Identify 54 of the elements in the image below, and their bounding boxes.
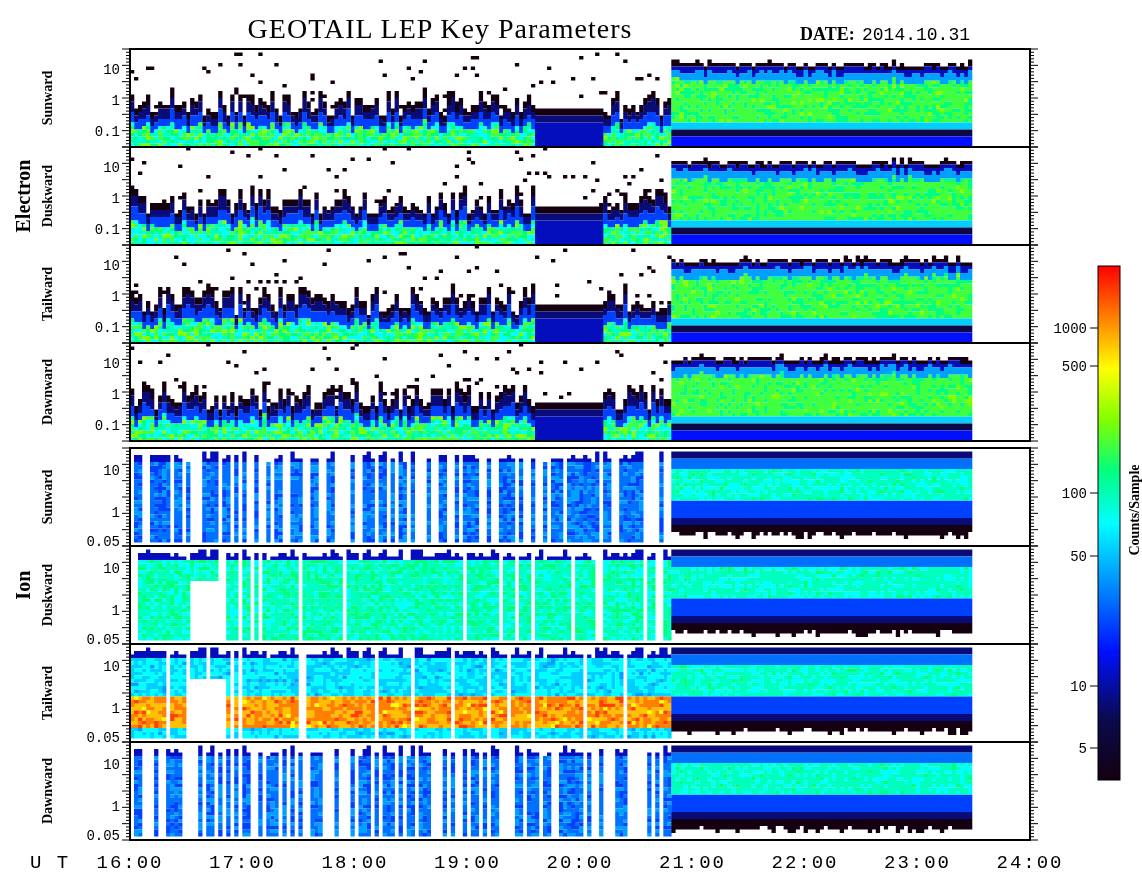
x-tick-label: 20:00 (546, 852, 614, 874)
y-tick-label: 10 (103, 560, 120, 577)
panel-label: Dawnward (40, 358, 55, 426)
colorbar-tick-label: 1000 (1053, 321, 1087, 337)
x-tick-label: 16:00 (96, 852, 164, 874)
y-tick-label: 1 (111, 288, 120, 305)
colorbar-tick-label: 100 (1061, 486, 1087, 502)
chart-title: GEOTAIL LEP Key Parameters (247, 13, 633, 44)
y-tick-label: 1 (111, 700, 120, 717)
group-label: Electron (12, 159, 34, 233)
y-tick-label: 0.05 (86, 534, 120, 551)
y-tick-label: 1 (111, 504, 120, 521)
date-label: DATE: (800, 24, 855, 44)
panel-label: Tailward (40, 666, 55, 720)
x-tick-label: 17:00 (209, 852, 276, 874)
x-tick-label: 23:00 (884, 852, 951, 874)
y-tick-label: 0.1 (94, 222, 120, 239)
y-tick-label: 0.1 (94, 320, 120, 337)
colorbar-tick-label: 500 (1061, 359, 1087, 375)
x-tick-label: 24:00 (996, 852, 1064, 874)
y-tick-label: 10 (103, 257, 120, 274)
colorbar-tick-label: 50 (1070, 549, 1087, 565)
y-tick-label: 0.05 (86, 730, 120, 747)
y-tick-label: 1 (111, 190, 120, 207)
x-tick-label: 21:00 (659, 852, 726, 874)
colorbar-tick-label: 10 (1070, 679, 1087, 695)
group-label: Ion (12, 570, 34, 600)
colorbar-tick-label: 5 (1078, 741, 1087, 757)
y-tick-label: 1 (111, 798, 120, 815)
x-tick-label: 22:00 (771, 852, 839, 874)
panel-label: Duskward (40, 563, 55, 627)
colorbar-label: Counts/Sample (1127, 464, 1142, 556)
panel-label: Dawnward (40, 757, 55, 825)
y-tick-label: 1 (111, 92, 120, 109)
y-tick-label: 1 (111, 602, 120, 619)
y-tick-label: 10 (103, 61, 120, 78)
y-tick-label: 0.05 (86, 828, 120, 845)
y-tick-label: 1 (111, 386, 120, 403)
y-tick-label: 10 (103, 462, 120, 479)
y-tick-label: 10 (103, 658, 120, 675)
x-tick-label: 19:00 (434, 852, 501, 874)
panel-label: Tailward (40, 267, 55, 321)
y-tick-label: 10 (103, 355, 120, 372)
y-tick-label: 10 (103, 756, 120, 773)
date-value: 2014.10.31 (862, 25, 971, 45)
panel-label: Duskward (40, 164, 55, 228)
y-tick-label: 0.05 (86, 632, 120, 649)
y-tick-label: 0.1 (94, 418, 120, 435)
panel-label: Sunward (40, 469, 55, 525)
panel-label: Sunward (40, 70, 55, 126)
x-tick-label: 18:00 (321, 852, 389, 874)
x-axis-label: U T (30, 852, 71, 874)
y-tick-label: 0.1 (94, 124, 120, 141)
y-tick-label: 10 (103, 159, 120, 176)
